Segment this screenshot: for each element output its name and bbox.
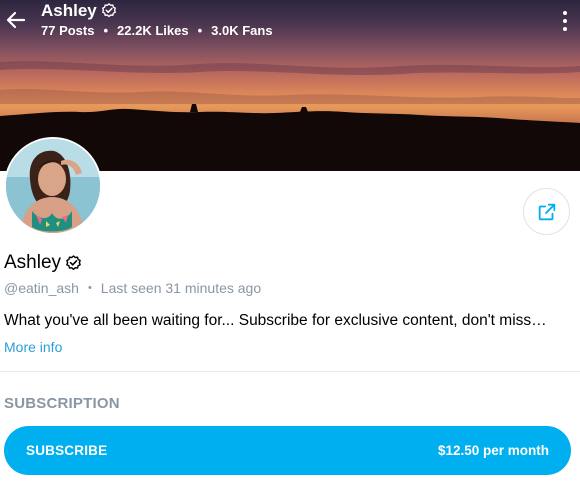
likes-count: 22.2K Likes (117, 23, 189, 38)
arrow-left-icon (6, 11, 26, 29)
profile-meta: @eatin_ash • Last seen 31 minutes ago (4, 280, 261, 296)
header-name-text: Ashley (41, 1, 97, 20)
subscribe-label: SUBSCRIBE (26, 443, 108, 458)
verified-badge-icon (66, 254, 81, 270)
profile-name-text: Ashley (4, 252, 62, 273)
share-icon (538, 203, 555, 220)
verified-badge-icon (101, 3, 116, 18)
fans-count: 3.0K Fans (211, 23, 273, 38)
last-seen: Last seen 31 minutes ago (100, 280, 262, 296)
username: @eatin_ash (4, 280, 79, 296)
top-bar: Ashley 77 Posts • 22.2K Likes • 3.0K Fan… (0, 0, 580, 48)
subscribe-button[interactable]: SUBSCRIBE $12.50 per month (4, 426, 571, 475)
meta-separator: • (87, 282, 92, 294)
subscribe-price: $12.50 per month (437, 443, 549, 458)
more-info-link[interactable]: More info (4, 339, 62, 355)
back-button[interactable] (4, 8, 28, 32)
header-stats: 77 Posts • 22.2K Likes • 3.0K Fans (41, 23, 273, 38)
profile-name: Ashley (4, 252, 83, 274)
profile-bio: What you've all been waiting for... Subs… (4, 312, 547, 329)
stats-separator: • (103, 23, 109, 38)
share-button[interactable] (523, 188, 570, 235)
header-name: Ashley (41, 1, 118, 21)
more-vertical-icon[interactable] (560, 11, 570, 31)
section-divider (0, 371, 580, 372)
avatar[interactable] (4, 137, 102, 235)
stats-separator: • (197, 23, 203, 38)
posts-count: 77 Posts (41, 23, 95, 38)
avatar-photo (6, 139, 100, 233)
subscription-title: SUBSCRIPTION (4, 395, 120, 412)
